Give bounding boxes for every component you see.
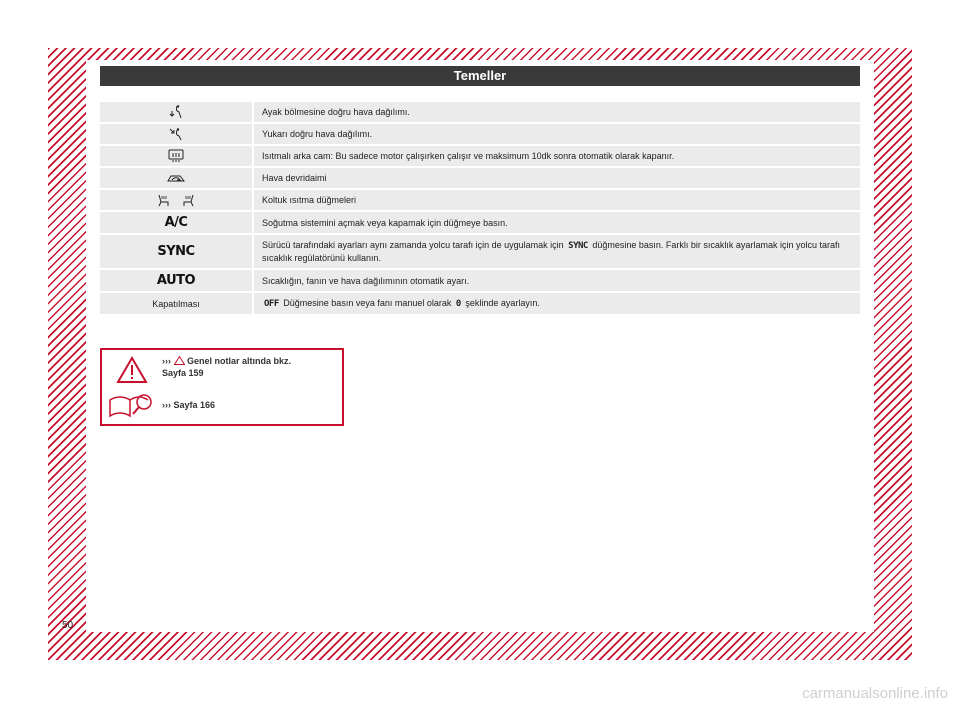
upper-air-icon (100, 124, 254, 144)
page-number: 50 (62, 620, 74, 631)
page-content: Temeller Ayak bölmesine doğru hava dağıl… (86, 60, 874, 632)
table-row: Isıtmalı arka cam: Bu sadece motor çalış… (100, 146, 860, 166)
row-description: Sıcaklığın, fanın ve hava dağılımının ot… (262, 275, 470, 286)
small-warning-icon (173, 355, 185, 365)
auto-mark: AUTO (156, 273, 196, 288)
ac-button-mark: A/C (100, 212, 254, 233)
book-note: ››› Sayfa 166 (162, 400, 216, 410)
table-row: A/C Soğutma sistemini açmak veya kapamak… (100, 212, 860, 233)
table-row: Hava devridaimi (100, 168, 860, 188)
sync-mark: SYNC (157, 244, 195, 259)
controls-table: Ayak bölmesine doğru hava dağılımı. Yuka… (100, 102, 860, 316)
table-row: Koltuk ısıtma düğmeleri (100, 190, 860, 210)
off-label: Kapatılması (152, 298, 200, 309)
warning-note: ››› Genel notlar altında bkz. (162, 355, 292, 366)
row-description: Soğutma sistemini açmak veya kapamak içi… (262, 217, 508, 228)
rear-defrost-icon (100, 146, 254, 166)
watermark-text: carmanualsonline.info (802, 685, 948, 702)
warning-page-ref: Sayfa 159 (162, 368, 204, 378)
section-title: Temeller (100, 66, 860, 86)
inline-sync-mark: SYNC (568, 241, 588, 251)
row-description: Sürücü tarafındaki ayarları aynı zamanda… (262, 240, 840, 263)
seat-heating-icon (100, 190, 254, 210)
recirculation-icon (100, 168, 254, 188)
table-row: Kapatılması OFF Düğmesine basın veya fan… (100, 293, 860, 314)
row-description: OFF Düğmesine basın veya fanı manuel ola… (264, 298, 540, 309)
row-description: Yukarı doğru hava dağılımı. (262, 129, 373, 139)
warning-triangle-icon (116, 356, 148, 383)
row-description: Hava devridaimi (262, 173, 327, 183)
off-label-cell: Kapatılması (100, 293, 254, 314)
row-description: Isıtmalı arka cam: Bu sadece motor çalış… (262, 151, 675, 161)
notes-box: ››› Genel notlar altında bkz. Sayfa 159 … (100, 348, 344, 426)
book-magnifier-icon (109, 394, 152, 418)
floor-air-icon (100, 102, 254, 122)
table-row: Ayak bölmesine doğru hava dağılımı. (100, 102, 860, 122)
sync-button-mark: SYNC (100, 235, 254, 268)
inline-off-mark: OFF (264, 299, 279, 309)
table-row: AUTO Sıcaklığın, fanın ve hava dağılımın… (100, 270, 860, 291)
row-description: Koltuk ısıtma düğmeleri (262, 195, 357, 205)
table-row: Yukarı doğru hava dağılımı. (100, 124, 860, 144)
inline-zero-mark: 0 (455, 299, 461, 309)
ac-mark: A/C (164, 215, 188, 230)
row-description: Ayak bölmesine doğru hava dağılımı. (262, 107, 410, 117)
auto-button-mark: AUTO (100, 270, 254, 291)
table-row: SYNC Sürücü tarafındaki ayarları aynı za… (100, 235, 860, 268)
